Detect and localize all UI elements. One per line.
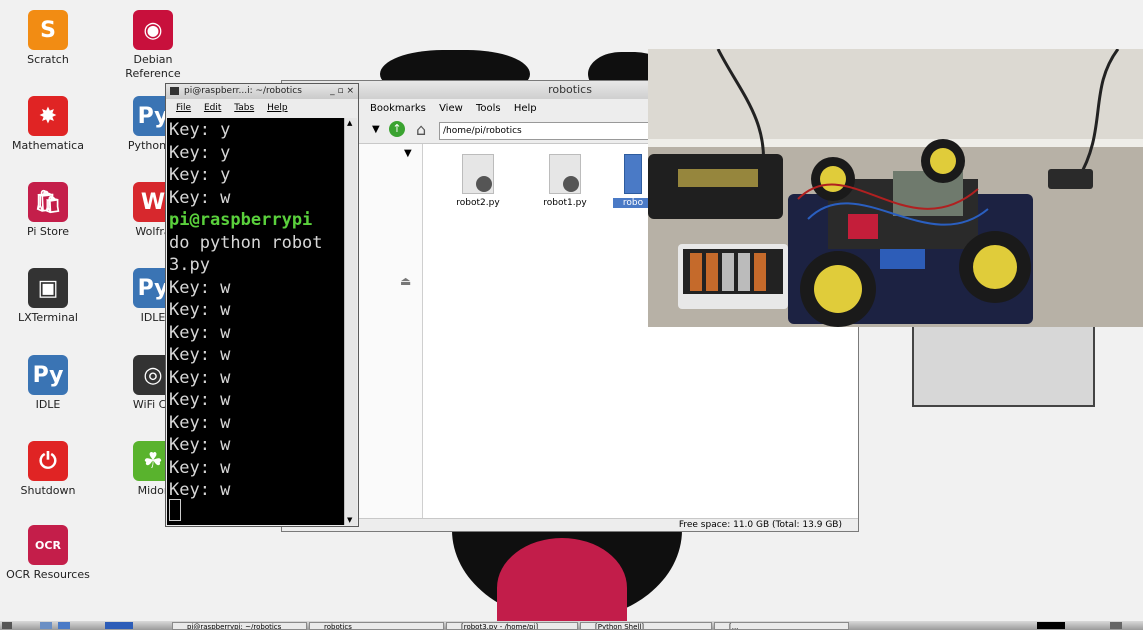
terminal-output-line: Key: y (169, 120, 231, 140)
menu-help[interactable]: Help (267, 103, 288, 113)
menu-tabs[interactable]: Tabs (234, 103, 254, 113)
desktop-icon[interactable]: ◉ Debian Reference (105, 10, 201, 81)
app-icon: ◉ (133, 10, 173, 50)
terminal-output-line: Key: w (169, 322, 231, 343)
terminal-output-line: do python robot (169, 232, 323, 253)
desktop-icon-label: Scratch (27, 53, 69, 66)
terminal-output-line: Key: y (169, 165, 231, 185)
app-icon: OCR (28, 525, 68, 565)
scroll-down-icon[interactable]: ▼ (347, 516, 352, 524)
menu-launcher-icon[interactable] (2, 622, 12, 629)
terminal-output-line: Key: w (169, 480, 231, 500)
desktop-icon-label: IDLE (35, 398, 61, 411)
menu-file[interactable]: File (176, 103, 191, 113)
desktop-icon-label: Debian Reference (125, 53, 181, 80)
home-icon[interactable]: ⌂ (416, 120, 426, 139)
terminal-prompt-line: pi@raspberrypi (169, 210, 313, 230)
robot-car-image (648, 49, 1143, 327)
terminal-title: pi@raspberr...i: ~/robotics (184, 86, 302, 96)
taskbar: pi@raspberrypi: ~/robotics robotics [rob… (0, 621, 1143, 630)
tray-icon[interactable] (1110, 622, 1122, 629)
terminal-output-line: Key: w (169, 457, 231, 478)
desktop-icon[interactable]: ✸ Mathematica (0, 96, 96, 153)
python-file-icon (624, 154, 642, 194)
task-other[interactable]: [... (714, 622, 849, 630)
terminal-window[interactable]: pi@raspberr...i: ~/robotics _ ▫ × File E… (165, 83, 359, 527)
menu-edit[interactable]: Edit (204, 103, 221, 113)
menu-bookmarks[interactable]: Bookmarks (370, 103, 426, 114)
terminal-output-line: Key: w (169, 412, 231, 433)
scroll-up-icon[interactable]: ▲ (347, 119, 352, 127)
task-python-shell[interactable]: [Python Shell] (580, 622, 712, 630)
desktop-icon-label: OCR Resources (6, 568, 90, 581)
terminal-scrollbar[interactable]: ▲ ▼ (344, 118, 357, 525)
file-name: robo (613, 198, 653, 208)
cpu-monitor-icon (1037, 622, 1065, 629)
path-input[interactable]: /home/pi/robotics (439, 122, 654, 140)
terminal-screen[interactable]: Key: y Key: y Key: y Key: w pi@raspberrypi do… (167, 118, 345, 525)
app-icon: ▣ (28, 268, 68, 308)
robot-photo (648, 49, 1143, 327)
terminal-output-line: Key: w (169, 345, 231, 365)
go-up-icon[interactable]: ↑ (389, 121, 405, 137)
terminal-menubar: File Edit Tabs Help (166, 99, 358, 117)
app-icon: Py (28, 355, 68, 395)
desktop-icon-label: LXTerminal (18, 311, 78, 324)
task-editor[interactable]: [robot3.py - /home/pi] (446, 622, 578, 630)
wallpaper-window-fragment (912, 327, 1095, 407)
task-file-manager[interactable]: robotics (309, 622, 444, 630)
terminal-cursor (169, 499, 181, 521)
desktop-icon[interactable]: OCR OCR Resources (0, 525, 96, 582)
menu-help[interactable]: Help (514, 103, 537, 114)
menu-view[interactable]: View (439, 103, 463, 114)
file-item[interactable]: robot1.py (530, 154, 600, 208)
file-name: robot1.py (543, 198, 587, 208)
app-icon: S (28, 10, 68, 50)
terminal-output-line: Key: w (169, 435, 231, 455)
python-file-icon (462, 154, 494, 194)
terminal-output-line: Key: y (169, 142, 231, 163)
desktop-icon[interactable]: S Scratch (0, 10, 96, 67)
app-icon: 🛍 (28, 182, 68, 222)
task-terminal[interactable]: pi@raspberrypi: ~/robotics (172, 622, 307, 630)
terminal-output-line: Key: w (169, 367, 231, 388)
python-file-icon (549, 154, 581, 194)
desktop-icon[interactable]: ⏻ Shutdown (0, 441, 96, 498)
terminal-app-icon (170, 87, 179, 95)
terminal-output-line: 3.py (169, 255, 210, 275)
browser-launcher-icon[interactable] (58, 622, 70, 629)
file-manager-launcher-icon[interactable] (40, 622, 52, 629)
terminal-output-line: Key: w (169, 300, 231, 320)
dropdown-arrow-icon[interactable]: ▼ (372, 124, 380, 135)
app-icon: ⏻ (28, 441, 68, 481)
desktop-icon-label: Mathematica (12, 139, 84, 152)
status-bar: Free space: 11.0 GB (Total: 13.9 GB) (282, 518, 858, 531)
file-item[interactable]: robot2.py (443, 154, 513, 208)
window-controls[interactable]: _ ▫ × (330, 84, 354, 99)
file-item-selected[interactable]: robo (613, 154, 653, 208)
file-name: robot2.py (456, 198, 500, 208)
app-icon: ✸ (28, 96, 68, 136)
eject-icon[interactable]: ⏏ (400, 274, 411, 288)
desktop-icon[interactable]: 🛍 Pi Store (0, 182, 96, 239)
desktop-icon[interactable]: ▣ LXTerminal (0, 268, 96, 325)
desktop-icon-label: Pi Store (26, 225, 70, 238)
terminal-title-bar[interactable]: pi@raspberr...i: ~/robotics _ ▫ × (166, 84, 358, 99)
desktop-icon-label: Shutdown (20, 484, 76, 497)
desktop-pager-icon[interactable] (105, 622, 133, 629)
wallpaper-berry (452, 530, 682, 621)
terminal-output-line: Key: w (169, 390, 231, 410)
terminal-output-line: Key: w (169, 277, 231, 298)
sidebar-dropdown-icon[interactable]: ▼ (404, 148, 412, 159)
menu-tools[interactable]: Tools (476, 103, 501, 114)
terminal-output-line: Key: w (169, 187, 231, 208)
desktop-icon[interactable]: Py IDLE (0, 355, 96, 412)
